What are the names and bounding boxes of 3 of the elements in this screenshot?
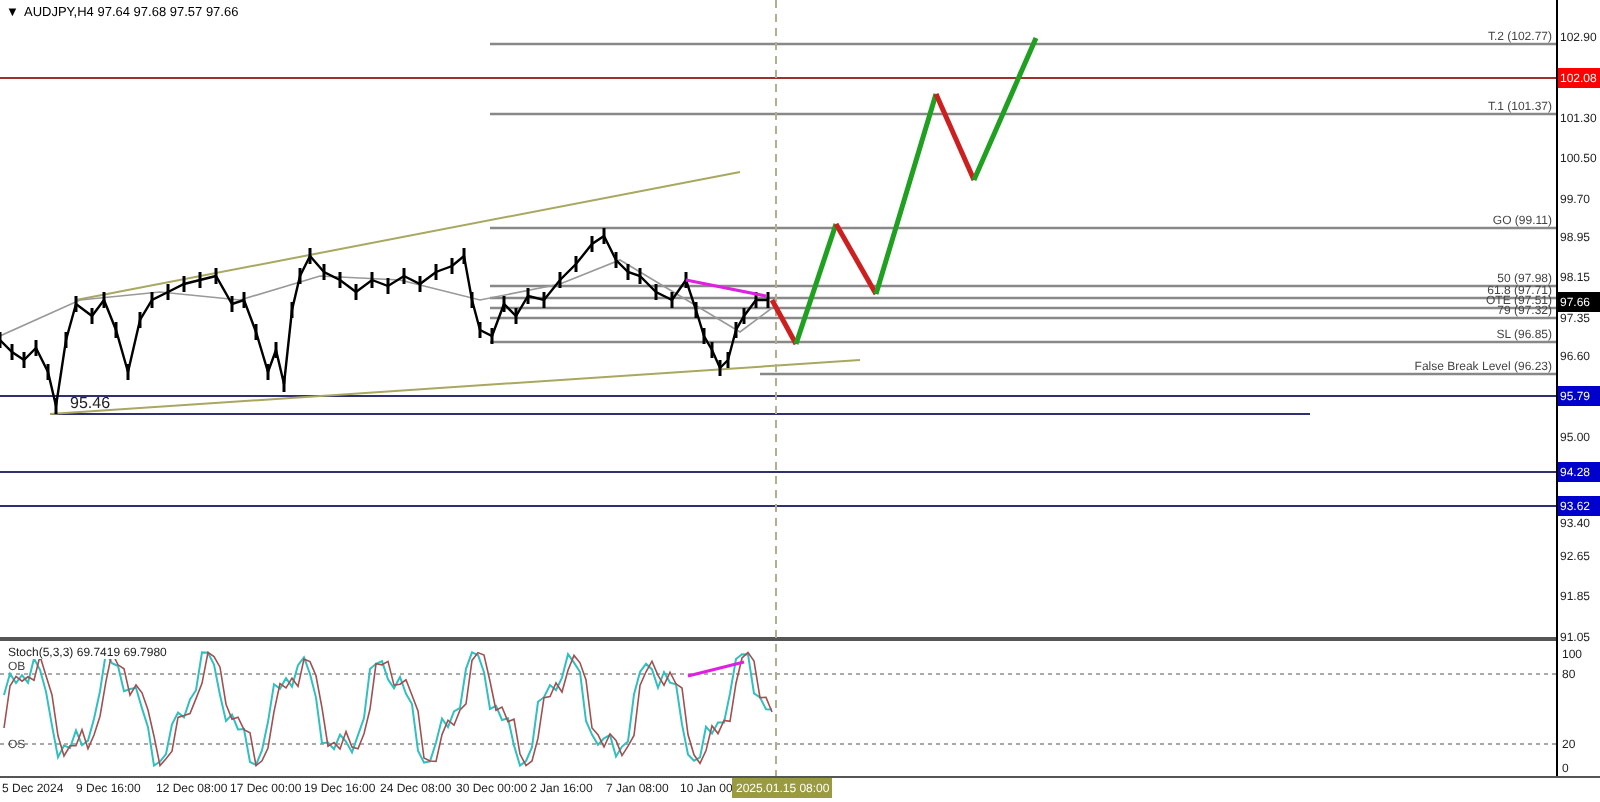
divergence-line xyxy=(687,660,745,678)
divergence-line xyxy=(685,278,767,298)
low-price-label: 95.46 xyxy=(70,394,111,412)
